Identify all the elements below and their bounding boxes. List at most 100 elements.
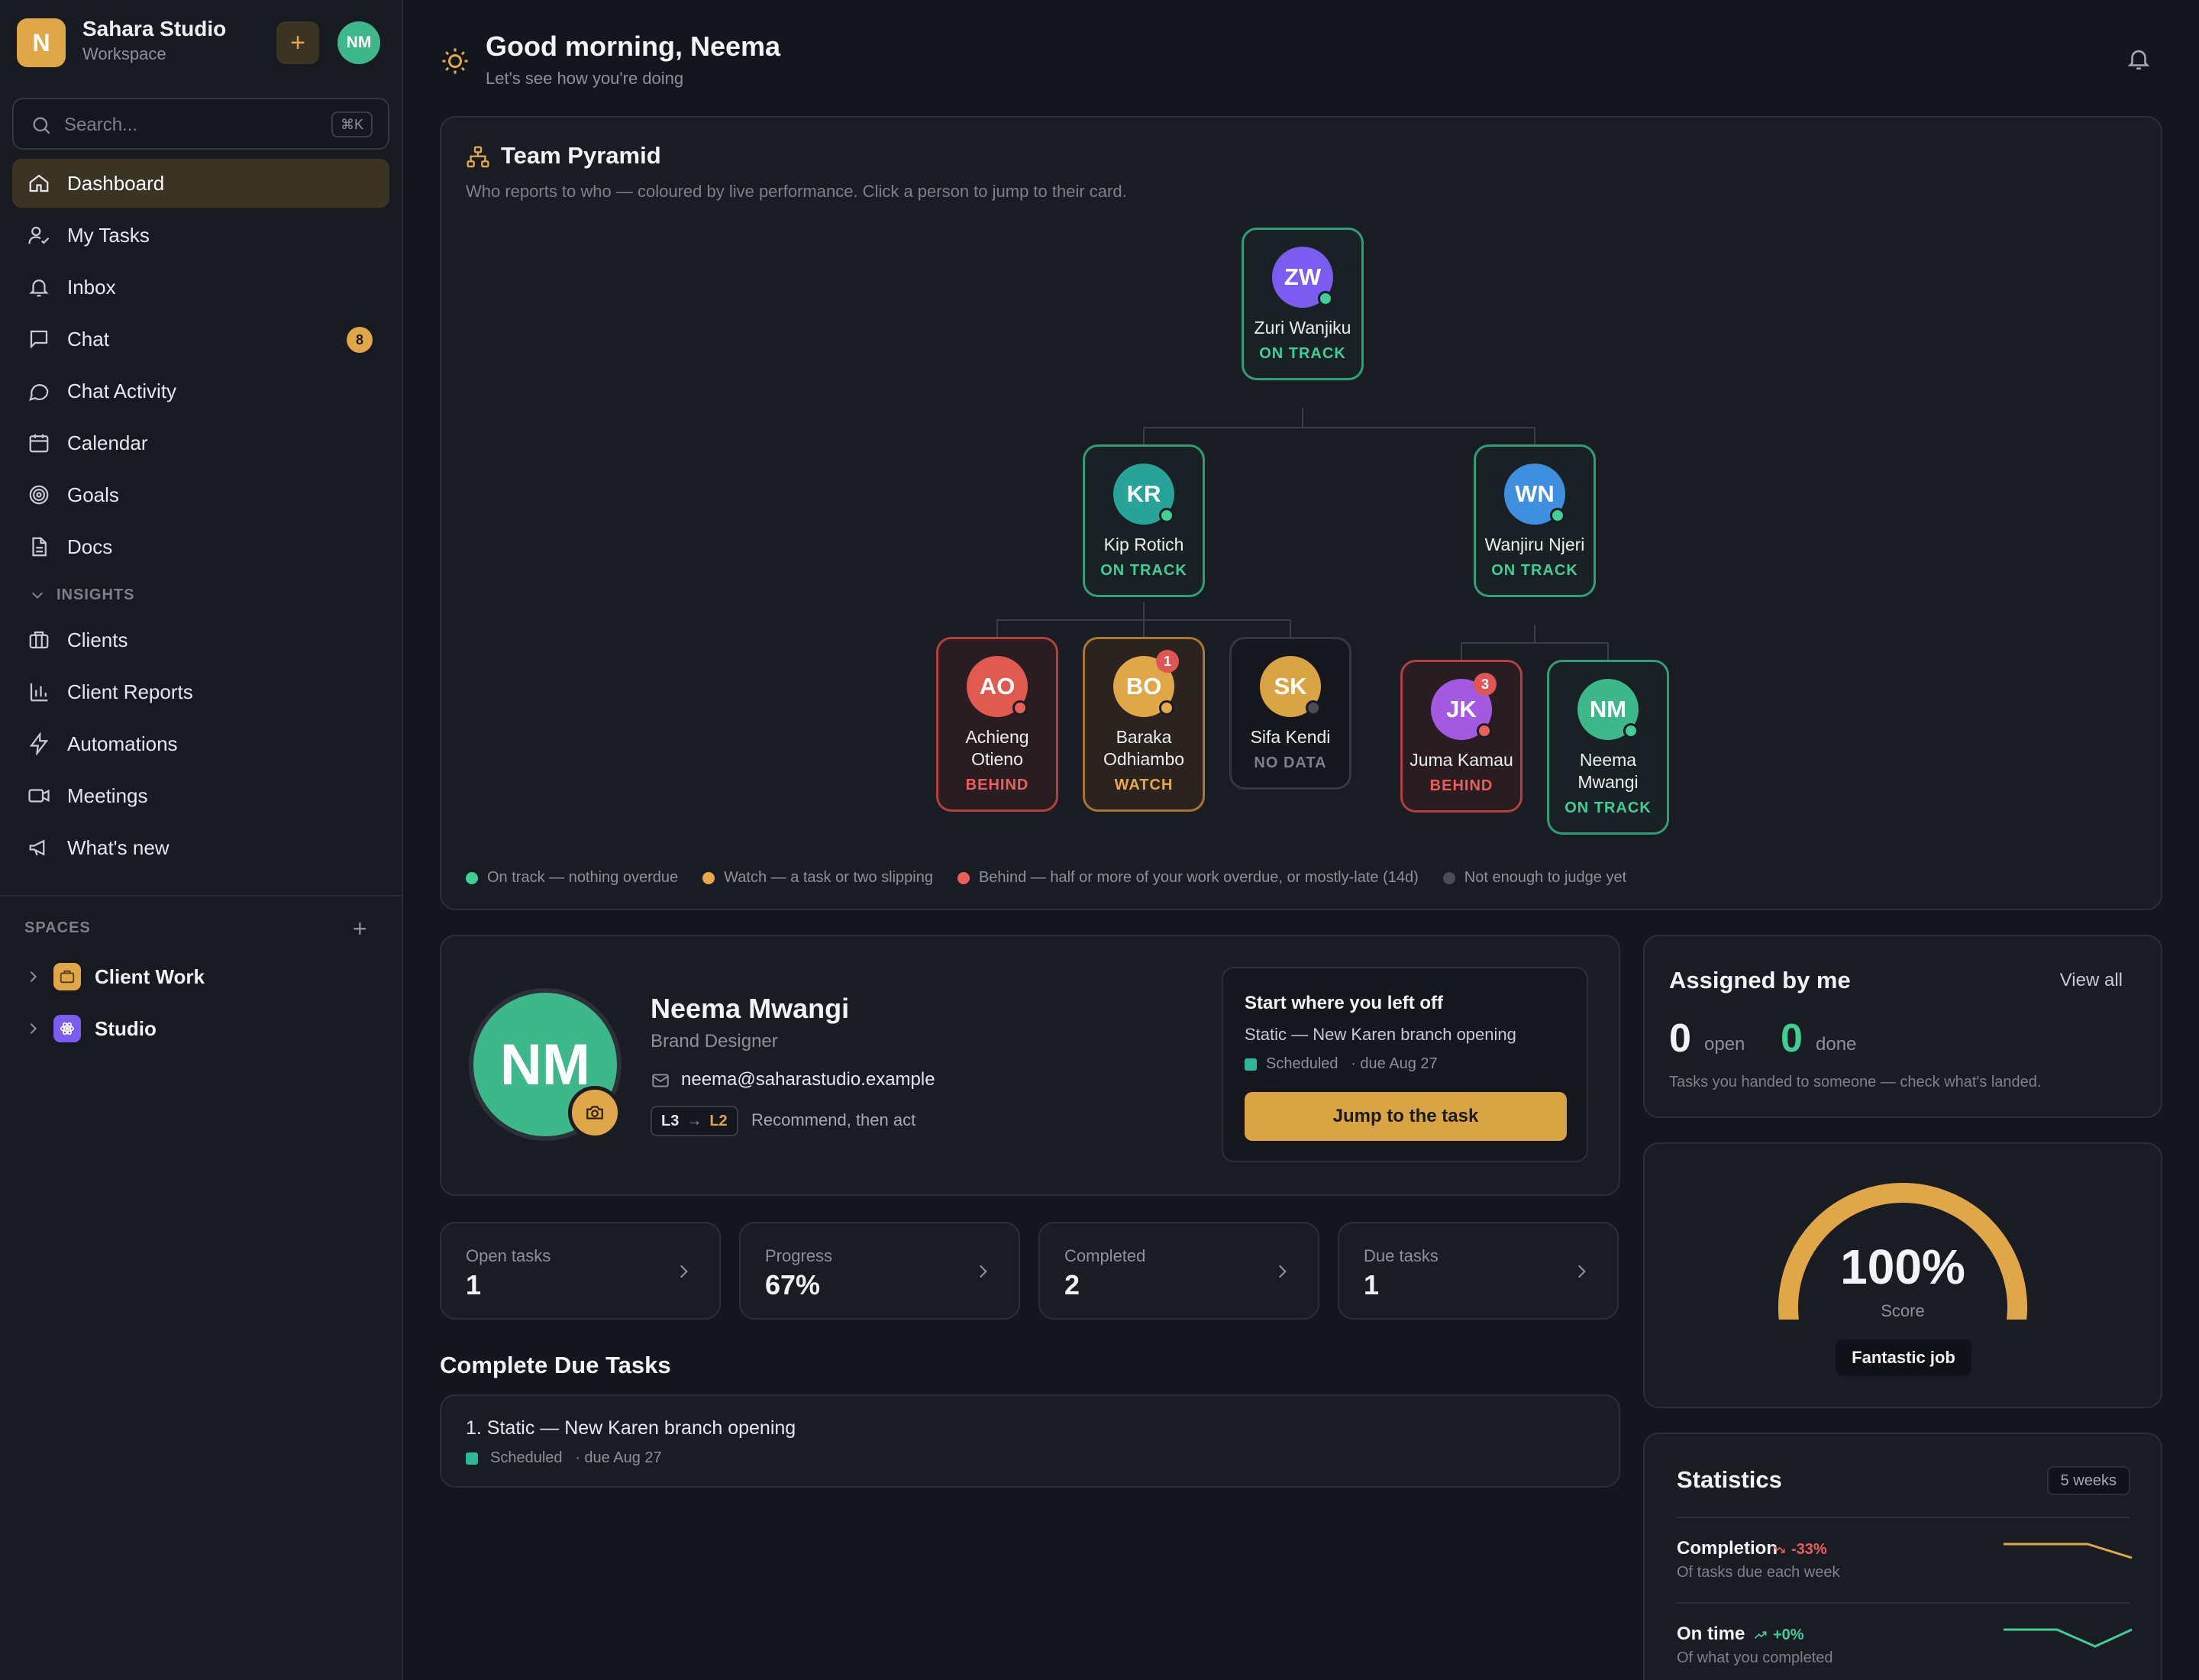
status-dot — [1306, 700, 1321, 716]
sidebar-item-whats-new[interactable]: What's new — [12, 823, 389, 872]
sidebar-item-dashboard[interactable]: Dashboard — [12, 159, 389, 208]
user-avatar[interactable]: NM — [337, 21, 380, 64]
add-space-button[interactable]: + — [353, 915, 367, 943]
jump-to-task-button[interactable]: Jump to the task — [1245, 1092, 1567, 1141]
sidebar-item-chat-activity[interactable]: Chat Activity — [12, 367, 389, 415]
due-task-meta: Scheduled · due Aug 27 — [466, 1449, 662, 1467]
sidebar-item-inbox[interactable]: Inbox — [12, 263, 389, 312]
sidebar-item-label: Clients — [67, 628, 128, 651]
notifications-bell-icon[interactable] — [2126, 46, 2152, 72]
profile-card: NM Neema Mwangi Brand Designer neema@sah… — [440, 935, 1620, 1196]
space-client-work[interactable]: Client Work — [24, 955, 205, 998]
sidebar-item-label: Automations — [67, 732, 178, 755]
legend-item: Not enough to judge yet — [1442, 869, 1626, 887]
sidebar-nav: Dashboard My Tasks Inbox Chat 8 Chat Act… — [12, 159, 389, 875]
trending-up-icon — [1754, 1631, 1767, 1640]
message-circle-icon — [28, 384, 49, 401]
sidebar-item-docs[interactable]: Docs — [12, 522, 389, 571]
profile-email[interactable]: neema@saharastudio.example — [681, 1069, 935, 1090]
stat-value: 1 — [466, 1269, 482, 1300]
level-note: Recommend, then act — [751, 1110, 916, 1129]
stat-progress[interactable]: Progress 67% — [739, 1222, 1020, 1320]
sidebar-item-automations[interactable]: Automations — [12, 719, 389, 768]
stat-value: 1 — [1364, 1269, 1380, 1300]
sidebar-item-label: Inbox — [67, 275, 116, 299]
divider — [1677, 1517, 2130, 1518]
status-label: NO DATA — [1254, 754, 1327, 771]
search-box[interactable]: Search... ⌘K — [12, 98, 389, 150]
person-name: Neema Mwangi — [1577, 750, 1639, 792]
sidebar-item-label: Goals — [67, 483, 119, 506]
bell-icon — [29, 279, 49, 297]
sidebar-item-goals[interactable]: Goals — [12, 470, 389, 519]
space-studio[interactable]: Studio — [24, 1007, 157, 1050]
sidebar-item-label: Meetings — [67, 783, 148, 807]
insights-section-header[interactable]: INSIGHTS — [12, 574, 389, 615]
sidebar-item-clients[interactable]: Clients — [12, 615, 389, 664]
pyramid-legend: On track — nothing overdue Watch — a tas… — [466, 869, 1651, 887]
overdue-count-badge: 1 — [1156, 650, 1179, 673]
home-icon — [29, 174, 49, 192]
pyramid-node-kip-rotich[interactable]: KR Kip Rotich ON TRACK — [1083, 444, 1205, 597]
legend-item: On track — nothing overdue — [466, 869, 678, 887]
calendar-icon — [29, 434, 49, 453]
resume-task-panel: Start where you left off Static — New Ka… — [1222, 967, 1588, 1162]
search-input[interactable]: Search... — [64, 115, 137, 136]
briefcase-icon — [29, 631, 49, 649]
status-dot — [1318, 291, 1333, 306]
bar-chart-icon — [30, 683, 48, 702]
person-name: Sifa Kendi — [1250, 727, 1331, 747]
add-button[interactable]: + — [276, 21, 319, 64]
pyramid-node-sifa-kendi[interactable]: SK Sifa Kendi NO DATA — [1229, 637, 1351, 790]
stat-completed[interactable]: Completed 2 — [1038, 1222, 1319, 1320]
chevron-down-icon — [31, 592, 44, 599]
status-dot — [1550, 508, 1565, 523]
spaces-header: SPACES — [24, 919, 91, 936]
pyramid-node-zuri-wanjiku[interactable]: ZW Zuri Wanjiku ON TRACK — [1242, 228, 1364, 380]
avatar: JK 3 — [1431, 673, 1497, 740]
view-all-link[interactable]: View all — [2060, 970, 2123, 991]
resume-title: Start where you left off — [1245, 993, 1444, 1013]
status-square — [466, 1452, 478, 1465]
done-label: done — [1816, 1034, 1857, 1055]
status-label: ON TRACK — [1564, 800, 1652, 816]
change-photo-button[interactable] — [568, 1086, 622, 1139]
chevron-right-icon — [30, 1023, 37, 1035]
sidebar-item-chat[interactable]: Chat 8 — [12, 315, 389, 363]
stat-open-tasks[interactable]: Open tasks 1 — [440, 1222, 721, 1320]
pyramid-node-wanjiru-njeri[interactable]: WN Wanjiru Njeri ON TRACK — [1474, 444, 1596, 597]
sidebar-item-label: Docs — [67, 535, 113, 558]
stat-value: 2 — [1064, 1269, 1080, 1300]
arrow-right-icon: → — [686, 1112, 702, 1129]
stat-row-name: On time — [1677, 1623, 1745, 1644]
workspace-name[interactable]: Sahara Studio — [82, 17, 226, 41]
status-label: ON TRACK — [1491, 562, 1578, 579]
due-task-row[interactable]: 1. Static — New Karen branch opening Sch… — [440, 1394, 1620, 1488]
pyramid-node-juma-kamau[interactable]: JK 3 Juma Kamau BEHIND — [1400, 660, 1523, 813]
pyramid-node-baraka-odhiambo[interactable]: BO 1 Baraka Odhiambo WATCH — [1083, 637, 1205, 812]
pyramid-node-achieng-otieno[interactable]: AO Achieng Otieno BEHIND — [936, 637, 1058, 812]
pyramid-node-neema-mwangi[interactable]: NM Neema Mwangi ON TRACK — [1547, 660, 1669, 835]
chevron-right-icon — [680, 1265, 688, 1278]
completion-sparkline — [2004, 1543, 2133, 1559]
stat-row-change: -33% — [1791, 1541, 1827, 1558]
space-label: Studio — [95, 1016, 157, 1040]
stat-due-tasks[interactable]: Due tasks 1 — [1338, 1222, 1619, 1320]
stat-label: Completed — [1064, 1246, 1146, 1265]
workspace-logo[interactable]: N — [17, 18, 66, 67]
assigned-title: Assigned by me — [1669, 967, 1851, 993]
workspace-header: N Sahara Studio Workspace + NM — [17, 17, 391, 67]
legend-item: Behind — half or more of your work overd… — [957, 869, 1419, 887]
avatar: AO — [967, 656, 1028, 717]
score-card: 100% Score Fantastic job — [1643, 1142, 2162, 1408]
statistics-title: Statistics — [1677, 1466, 1782, 1493]
range-badge[interactable]: 5 weeks — [2046, 1466, 2130, 1495]
sidebar-item-client-reports[interactable]: Client Reports — [12, 667, 389, 716]
sidebar-item-meetings[interactable]: Meetings — [12, 771, 389, 820]
sidebar-item-calendar[interactable]: Calendar — [12, 418, 389, 467]
mail-icon — [652, 1074, 669, 1087]
status-label: ON TRACK — [1259, 345, 1346, 362]
avatar: ZW — [1272, 247, 1333, 308]
sidebar-item-my-tasks[interactable]: My Tasks — [12, 211, 389, 260]
sidebar-item-label: Chat Activity — [67, 379, 177, 402]
